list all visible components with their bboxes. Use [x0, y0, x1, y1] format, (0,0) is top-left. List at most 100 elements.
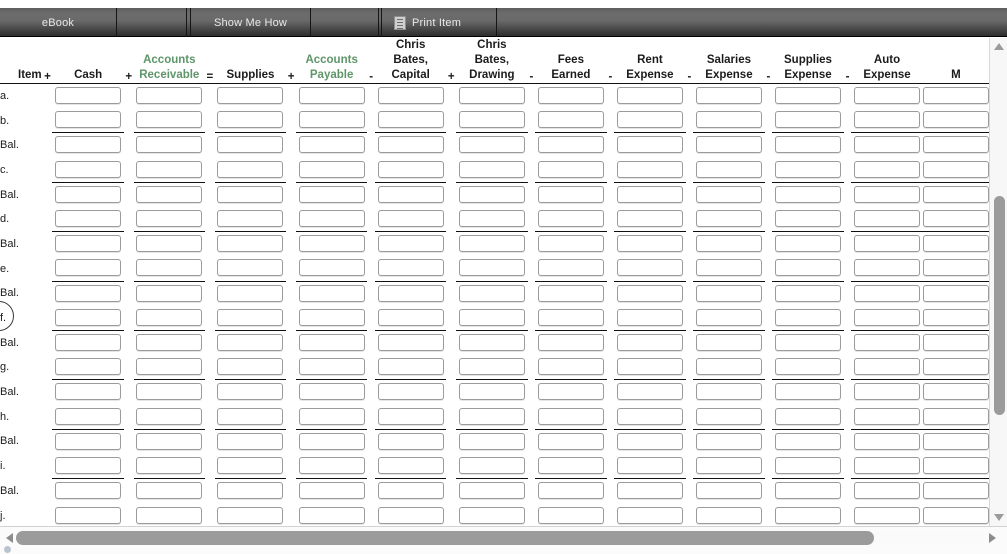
- input-accounts_receivable[interactable]: [136, 284, 203, 302]
- input-capital[interactable]: [377, 358, 444, 376]
- input-supplies[interactable]: [217, 210, 284, 228]
- input-cash[interactable]: [55, 185, 122, 203]
- input-fees_earned[interactable]: [537, 358, 604, 376]
- input-accounts_receivable[interactable]: [136, 87, 203, 105]
- input-capital[interactable]: [377, 308, 444, 326]
- input-supplies_expense[interactable]: [774, 284, 841, 302]
- input-rent_expense[interactable]: [616, 136, 683, 154]
- input-accounts_receivable[interactable]: [136, 136, 203, 154]
- input-capital[interactable]: [377, 456, 444, 474]
- input-fees_earned[interactable]: [537, 235, 604, 253]
- input-salaries_expense[interactable]: [695, 185, 762, 203]
- input-cash[interactable]: [55, 160, 122, 178]
- input-accounts_payable[interactable]: [298, 432, 365, 450]
- input-fees_earned[interactable]: [537, 284, 604, 302]
- input-supplies_expense[interactable]: [774, 432, 841, 450]
- input-supplies_expense[interactable]: [774, 308, 841, 326]
- input-salaries_expense[interactable]: [695, 160, 762, 178]
- input-salaries_expense[interactable]: [695, 407, 762, 425]
- input-rent_expense[interactable]: [616, 308, 683, 326]
- toolbar-spacer-3[interactable]: [497, 8, 1007, 37]
- input-auto_expense[interactable]: [854, 383, 920, 401]
- input-rent_expense[interactable]: [616, 185, 683, 203]
- input-salaries_expense[interactable]: [695, 308, 762, 326]
- input-misc_expense[interactable]: [922, 136, 989, 154]
- input-cash[interactable]: [55, 235, 122, 253]
- input-salaries_expense[interactable]: [695, 333, 762, 351]
- input-accounts_receivable[interactable]: [136, 160, 203, 178]
- input-salaries_expense[interactable]: [695, 136, 762, 154]
- input-capital[interactable]: [377, 87, 444, 105]
- input-salaries_expense[interactable]: [695, 111, 762, 129]
- input-rent_expense[interactable]: [616, 160, 683, 178]
- input-misc_expense[interactable]: [922, 506, 989, 524]
- input-cash[interactable]: [55, 111, 122, 129]
- input-cash[interactable]: [55, 432, 122, 450]
- input-auto_expense[interactable]: [854, 235, 920, 253]
- input-rent_expense[interactable]: [616, 235, 683, 253]
- input-rent_expense[interactable]: [616, 333, 683, 351]
- input-salaries_expense[interactable]: [695, 284, 762, 302]
- input-fees_earned[interactable]: [537, 456, 604, 474]
- input-misc_expense[interactable]: [922, 235, 989, 253]
- input-supplies_expense[interactable]: [774, 383, 841, 401]
- input-fees_earned[interactable]: [537, 432, 604, 450]
- vertical-scrollbar[interactable]: [989, 38, 1007, 526]
- input-capital[interactable]: [377, 506, 444, 524]
- input-supplies[interactable]: [217, 308, 284, 326]
- input-auto_expense[interactable]: [854, 87, 920, 105]
- input-salaries_expense[interactable]: [695, 259, 762, 277]
- worksheet-scroll-area[interactable]: Item + Cash + Accounts Receivable = Supplies +…: [0, 38, 989, 526]
- horizontal-scrollbar-track[interactable]: [16, 531, 985, 545]
- input-fees_earned[interactable]: [537, 506, 604, 524]
- input-fees_earned[interactable]: [537, 308, 604, 326]
- input-auto_expense[interactable]: [854, 308, 920, 326]
- input-rent_expense[interactable]: [616, 383, 683, 401]
- input-auto_expense[interactable]: [854, 407, 920, 425]
- input-auto_expense[interactable]: [854, 259, 920, 277]
- input-accounts_payable[interactable]: [298, 111, 365, 129]
- input-capital[interactable]: [377, 111, 444, 129]
- input-auto_expense[interactable]: [854, 111, 920, 129]
- input-accounts_receivable[interactable]: [136, 482, 203, 500]
- input-drawing[interactable]: [458, 308, 525, 326]
- input-auto_expense[interactable]: [854, 482, 920, 500]
- input-misc_expense[interactable]: [922, 259, 989, 277]
- input-supplies[interactable]: [217, 185, 284, 203]
- show-me-how-button[interactable]: Show Me How: [191, 8, 311, 37]
- input-supplies_expense[interactable]: [774, 506, 841, 524]
- input-misc_expense[interactable]: [922, 185, 989, 203]
- input-drawing[interactable]: [458, 456, 525, 474]
- input-accounts_payable[interactable]: [298, 308, 365, 326]
- input-drawing[interactable]: [458, 383, 525, 401]
- input-supplies_expense[interactable]: [774, 210, 841, 228]
- input-cash[interactable]: [55, 456, 122, 474]
- input-salaries_expense[interactable]: [695, 235, 762, 253]
- scroll-right-button[interactable]: [985, 530, 1001, 546]
- input-accounts_payable[interactable]: [298, 185, 365, 203]
- input-supplies[interactable]: [217, 284, 284, 302]
- input-misc_expense[interactable]: [922, 160, 989, 178]
- input-rent_expense[interactable]: [616, 482, 683, 500]
- horizontal-scrollbar-thumb[interactable]: [16, 531, 874, 545]
- input-drawing[interactable]: [458, 358, 525, 376]
- input-fees_earned[interactable]: [537, 407, 604, 425]
- input-drawing[interactable]: [458, 259, 525, 277]
- input-auto_expense[interactable]: [854, 432, 920, 450]
- input-accounts_payable[interactable]: [298, 506, 365, 524]
- input-auto_expense[interactable]: [854, 136, 920, 154]
- input-accounts_receivable[interactable]: [136, 185, 203, 203]
- input-drawing[interactable]: [458, 407, 525, 425]
- input-supplies[interactable]: [217, 333, 284, 351]
- input-drawing[interactable]: [458, 210, 525, 228]
- input-misc_expense[interactable]: [922, 358, 989, 376]
- input-supplies_expense[interactable]: [774, 333, 841, 351]
- input-cash[interactable]: [55, 333, 122, 351]
- input-supplies[interactable]: [217, 407, 284, 425]
- input-supplies[interactable]: [217, 506, 284, 524]
- input-accounts_payable[interactable]: [298, 284, 365, 302]
- input-cash[interactable]: [55, 87, 122, 105]
- input-cash[interactable]: [55, 259, 122, 277]
- input-capital[interactable]: [377, 333, 444, 351]
- ebook-button[interactable]: eBook: [0, 8, 117, 37]
